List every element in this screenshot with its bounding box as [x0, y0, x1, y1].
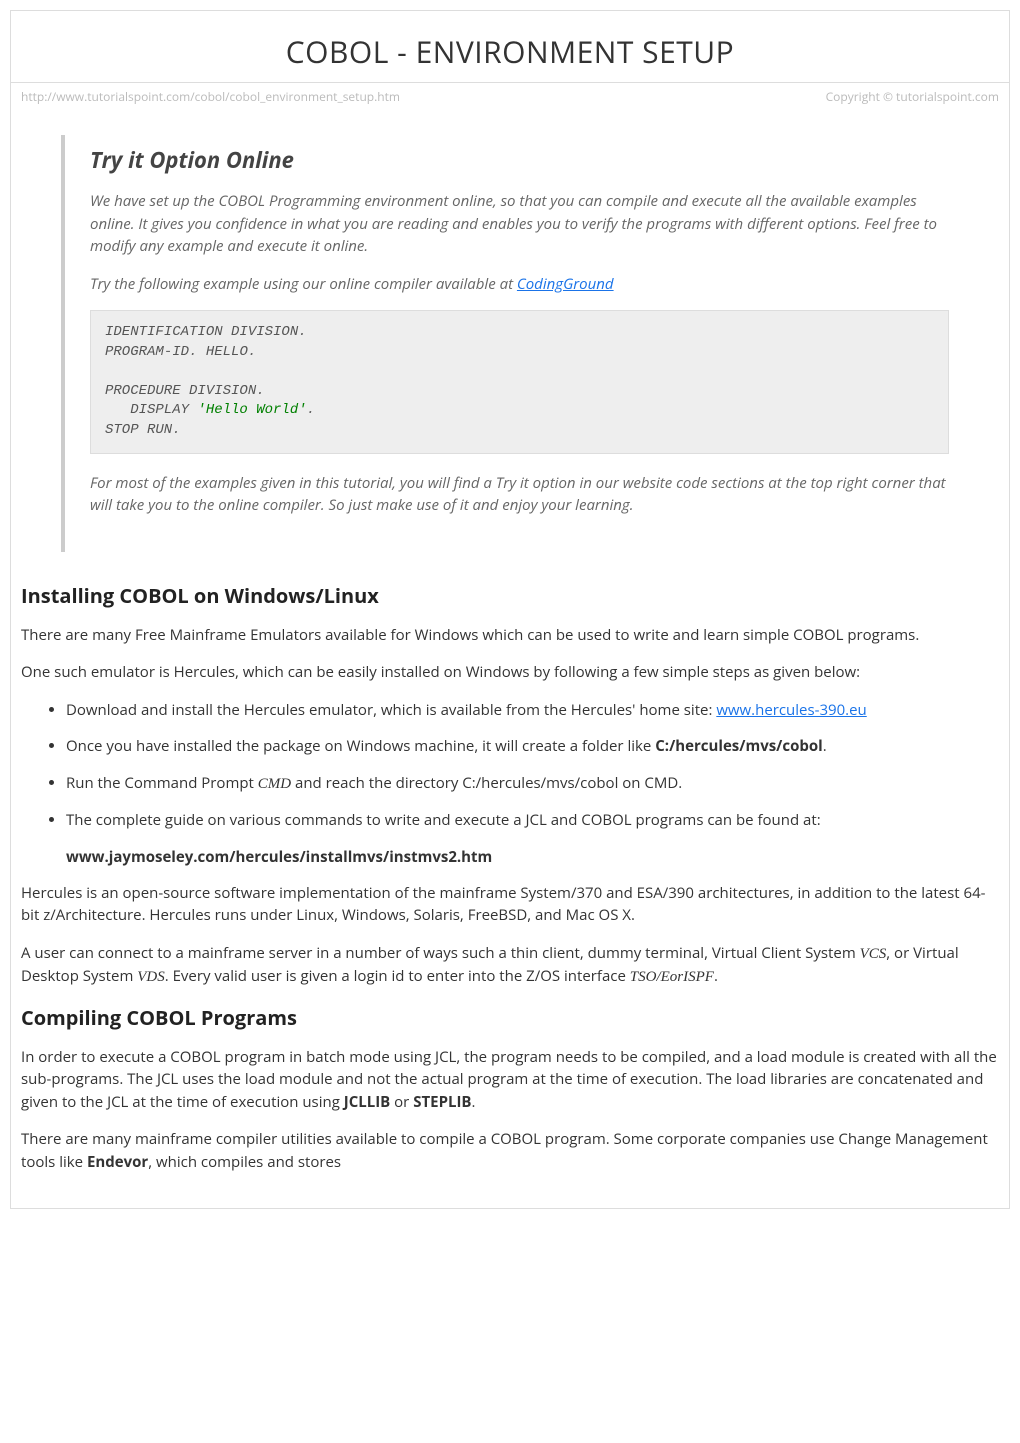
cp1-b2: STEPLIB [413, 1092, 471, 1112]
hercules-link[interactable]: www.hercules-390.eu [716, 700, 866, 720]
code-dot: . [307, 402, 315, 418]
p4-em2: VDS [137, 969, 165, 985]
compile-heading: Compiling COBOL Programs [21, 1004, 999, 1031]
callout-para-1: We have set up the COBOL Programming env… [90, 190, 949, 258]
p4-em1: VCS [860, 946, 887, 962]
p4-c: . Every valid user is given a login id t… [165, 966, 630, 986]
li2-bold: C:/hercules/mvs/cobol [655, 736, 823, 756]
callout-para-3: For most of the examples given in this t… [90, 472, 949, 517]
list-item: Download and install the Hercules emulat… [66, 699, 999, 722]
code-dot: . [256, 383, 264, 399]
p4-em3: TSO/EorISPF [630, 969, 714, 985]
li1-text: Download and install the Hercules emulat… [66, 700, 716, 720]
cp1-b: or [390, 1092, 413, 1112]
compile-p1: In order to execute a COBOL program in b… [21, 1046, 999, 1114]
try-it-callout: Try it Option Online We have set up the … [61, 135, 969, 552]
code-l4: DISPLAY [105, 402, 197, 418]
code-l2a: PROGRAM [105, 344, 164, 360]
code-l2c: HELLO [197, 344, 247, 360]
li2-text: Once you have installed the package on W… [66, 736, 655, 756]
codingground-link[interactable]: CodingGround [517, 274, 614, 294]
compile-p2: There are many mainframe compiler utilit… [21, 1128, 999, 1173]
install-steps-list: Download and install the Hercules emulat… [21, 699, 999, 832]
callout-para-2: Try the following example using our onli… [90, 273, 949, 296]
cp1-c: . [472, 1092, 476, 1112]
code-dot: . [298, 324, 306, 340]
copyright-text: Copyright © tutorialspoint.com [826, 88, 999, 105]
url-row: http://www.tutorialspoint.com/cobol/cobo… [11, 83, 1009, 125]
install-p4: A user can connect to a mainframe server… [21, 942, 999, 989]
li3-a: Run the Command Prompt [66, 773, 258, 793]
title-bar: COBOL - ENVIRONMENT SETUP [11, 11, 1009, 83]
install-heading: Installing COBOL on Windows/Linux [21, 582, 999, 609]
p4-a: A user can connect to a mainframe server… [21, 943, 860, 963]
p4-d: . [714, 966, 718, 986]
cp1-b1: JCLLIB [344, 1092, 391, 1112]
code-dot: . [172, 422, 180, 438]
li3-b: and reach the directory C:/hercules/mvs/… [291, 773, 682, 793]
install-p3: Hercules is an open-source software impl… [21, 882, 999, 927]
list-item: The complete guide on various commands t… [66, 809, 999, 832]
callout-para-2-prefix: Try the following example using our onli… [90, 274, 517, 294]
cp2-b: Endevor [87, 1152, 148, 1172]
code-dash: - [164, 344, 172, 360]
content-area: Installing COBOL on Windows/Linux There … [11, 582, 1009, 1174]
page-title: COBOL - ENVIRONMENT SETUP [11, 31, 1009, 72]
li4-text: The complete guide on various commands t… [66, 810, 821, 830]
cp2-c: , which compiles and stores [148, 1152, 341, 1172]
list-item: Run the Command Prompt CMD and reach the… [66, 772, 999, 796]
source-url: http://www.tutorialspoint.com/cobol/cobo… [21, 88, 400, 105]
li3-em: CMD [258, 776, 291, 792]
cp1-a: In order to execute a COBOL program in b… [21, 1047, 997, 1112]
code-l2b: ID [172, 344, 189, 360]
callout-heading: Try it Option Online [90, 145, 949, 175]
install-p2: One such emulator is Hercules, which can… [21, 661, 999, 684]
page-container: COBOL - ENVIRONMENT SETUP http://www.tut… [10, 10, 1010, 1209]
code-dot: . [248, 344, 256, 360]
code-l5: STOP RUN [105, 422, 172, 438]
jaymoseley-url: www.jaymoseley.com/hercules/installmvs/i… [66, 847, 999, 867]
list-item: Once you have installed the package on W… [66, 735, 999, 758]
code-l1: IDENTIFICATION DIVISION [105, 324, 298, 340]
install-p1: There are many Free Mainframe Emulators … [21, 624, 999, 647]
code-l3: PROCEDURE DIVISION [105, 383, 256, 399]
code-string: 'Hello World' [197, 402, 306, 418]
code-example: IDENTIFICATION DIVISION. PROGRAM-ID. HEL… [90, 310, 949, 454]
